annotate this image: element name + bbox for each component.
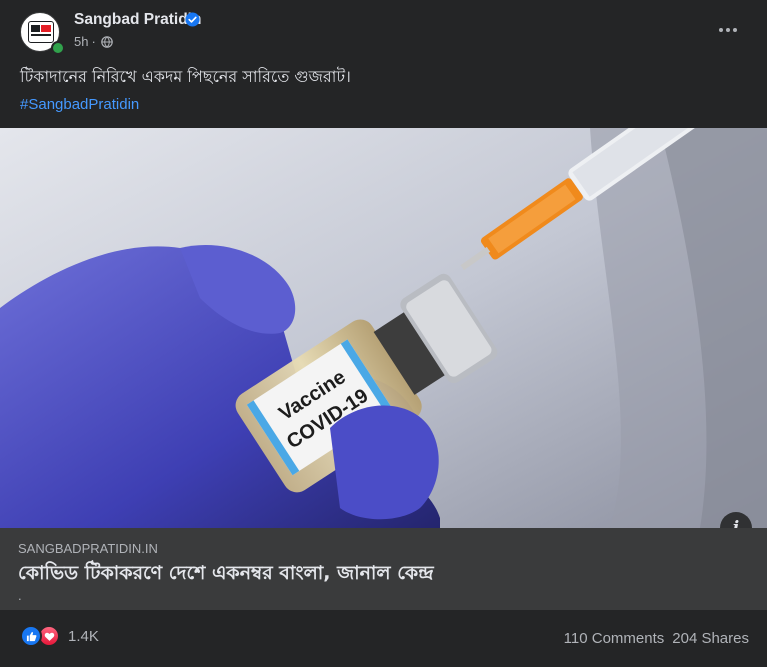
online-status-dot xyxy=(51,41,65,55)
link-preview[interactable]: SANGBADPRATIDIN.IN কোভিড টিকাকরণে দেশে এ… xyxy=(0,528,767,610)
shares-count[interactable]: 204 Shares xyxy=(672,630,749,647)
facebook-post: Sangbad Pratidin 5h · টিকাদানের নিরিখে এ… xyxy=(0,0,767,667)
page-logo xyxy=(28,21,54,43)
reaction-count: 1.4K xyxy=(68,627,99,645)
engagement-counts: 110 Comments 204 Shares xyxy=(564,630,749,647)
post-header: Sangbad Pratidin 5h · xyxy=(0,0,767,60)
post-text: টিকাদানের নিরিখে একদম পিছনের সারিতে গুজর… xyxy=(20,67,351,86)
meta-separator: · xyxy=(91,34,96,49)
comments-count[interactable]: 110 Comments xyxy=(564,630,665,647)
post-image[interactable]: Vaccine COVID-19 xyxy=(0,128,767,528)
globe-icon xyxy=(101,35,113,48)
more-options-button[interactable] xyxy=(710,14,746,46)
link-domain: SANGBADPRATIDIN.IN xyxy=(18,541,158,556)
post-meta: 5h · xyxy=(74,34,113,49)
vaccine-photo: Vaccine COVID-19 xyxy=(0,128,767,528)
post-time[interactable]: 5h xyxy=(74,34,88,49)
more-horizontal-icon xyxy=(719,28,723,32)
verified-badge-icon xyxy=(185,12,200,27)
hashtag-link[interactable]: #SangbadPratidin xyxy=(20,96,139,113)
reaction-summary[interactable]: 1.4K xyxy=(20,625,99,647)
page-name[interactable]: Sangbad Pratidin xyxy=(74,11,201,29)
like-reaction-icon xyxy=(20,625,42,647)
link-title[interactable]: কোভিড টিকাকরণে দেশে একনম্বর বাংলা, জানাল… xyxy=(18,559,434,591)
link-description: . xyxy=(18,588,22,603)
